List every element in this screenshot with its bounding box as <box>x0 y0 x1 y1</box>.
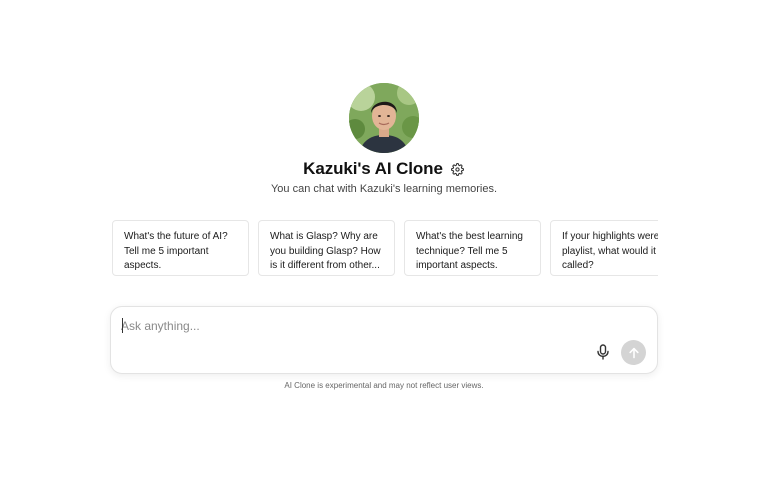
chat-composer <box>110 306 658 374</box>
chat-landing-page: Kazuki's AI Clone You can chat with Kazu… <box>0 0 768 480</box>
page-title: Kazuki's AI Clone <box>303 159 443 178</box>
avatar <box>349 83 419 153</box>
disclaimer-text: AI Clone is experimental and may not ref… <box>284 381 484 390</box>
suggestion-carousel[interactable]: What's the future of AI? Tell me 5 impor… <box>112 220 658 278</box>
send-button[interactable] <box>621 340 646 365</box>
title-row: Kazuki's AI Clone <box>0 157 768 181</box>
suggestion-card[interactable]: What's the best learning technique? Tell… <box>404 220 541 276</box>
gear-icon[interactable] <box>451 162 465 176</box>
suggestion-card[interactable]: What's the future of AI? Tell me 5 impor… <box>112 220 249 276</box>
suggestion-track: What's the future of AI? Tell me 5 impor… <box>112 220 658 276</box>
suggestion-card[interactable]: If your highlights were playlist, what w… <box>550 220 658 276</box>
arrow-up-icon <box>628 347 639 358</box>
microphone-icon[interactable] <box>596 344 610 360</box>
avatar-photo <box>349 83 419 153</box>
suggestion-card[interactable]: What is Glasp? Why are you building Glas… <box>258 220 395 276</box>
page-subtitle: You can chat with Kazuki's learning memo… <box>270 183 498 195</box>
text-cursor <box>122 318 123 333</box>
chat-input[interactable] <box>121 317 581 335</box>
